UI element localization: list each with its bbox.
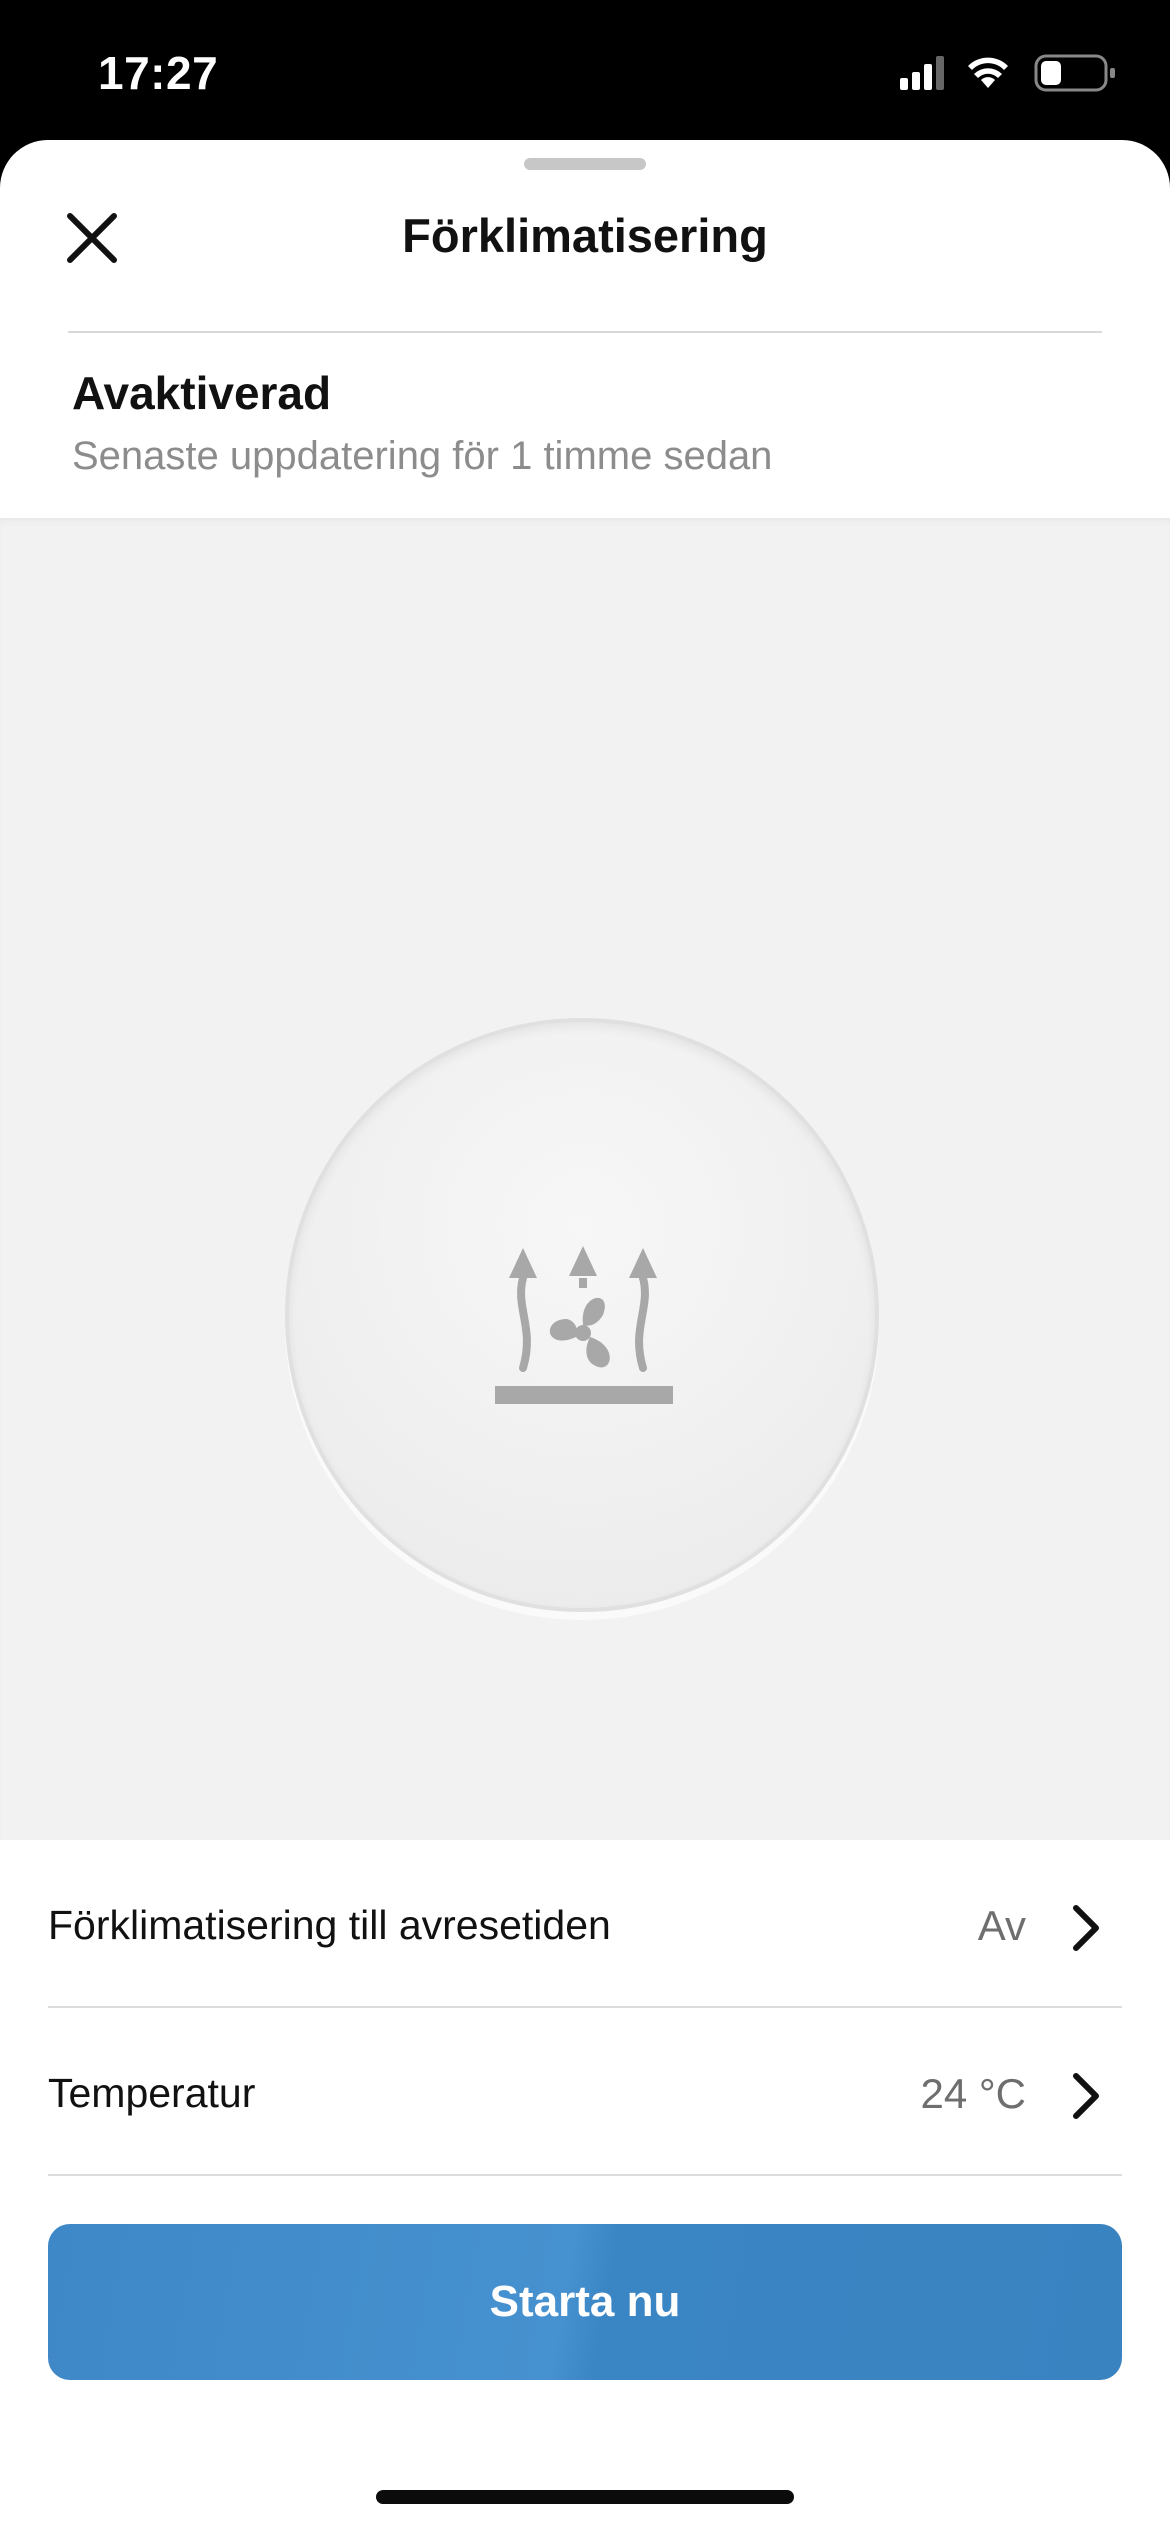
- row-label: Temperatur: [48, 2070, 256, 2116]
- chevron-right-icon: [1073, 2073, 1099, 2119]
- wifi-icon: [968, 57, 1008, 88]
- status-subtitle: Senaste uppdatering för 1 timme sedan: [72, 434, 773, 478]
- status-time: 17:27: [98, 47, 219, 99]
- page-title: Förklimatisering: [402, 209, 768, 262]
- row-value: Av: [977, 1902, 1026, 1949]
- row-label: Förklimatisering till avresetiden: [48, 1902, 611, 1948]
- status-title: Avaktiverad: [72, 367, 332, 419]
- settings-list: Förklimatisering till avresetiden Av Tem…: [0, 1840, 1170, 2176]
- status-icons: [900, 54, 1115, 92]
- climate-dial-button[interactable]: [285, 1018, 879, 1612]
- header-divider: [68, 331, 1102, 333]
- status-bar: 17:27: [0, 0, 1170, 145]
- sheet-grabber[interactable]: [524, 158, 646, 170]
- signal-icon: [900, 56, 944, 90]
- departure-preclimate-row[interactable]: Förklimatisering till avresetiden Av: [48, 1840, 1122, 2008]
- climate-stage: [0, 518, 1170, 1840]
- start-now-button[interactable]: Starta nu: [48, 2224, 1122, 2380]
- row-value: 24 °C: [920, 2070, 1026, 2117]
- bottom-sheet: Förklimatisering Avaktiverad Senaste upp…: [0, 140, 1170, 2532]
- temperature-row[interactable]: Temperatur 24 °C: [48, 2008, 1122, 2176]
- battery-icon: [1034, 54, 1115, 92]
- fan-heat-icon: [495, 1246, 673, 1404]
- chevron-right-icon: [1073, 1905, 1099, 1951]
- home-indicator: [376, 2490, 794, 2504]
